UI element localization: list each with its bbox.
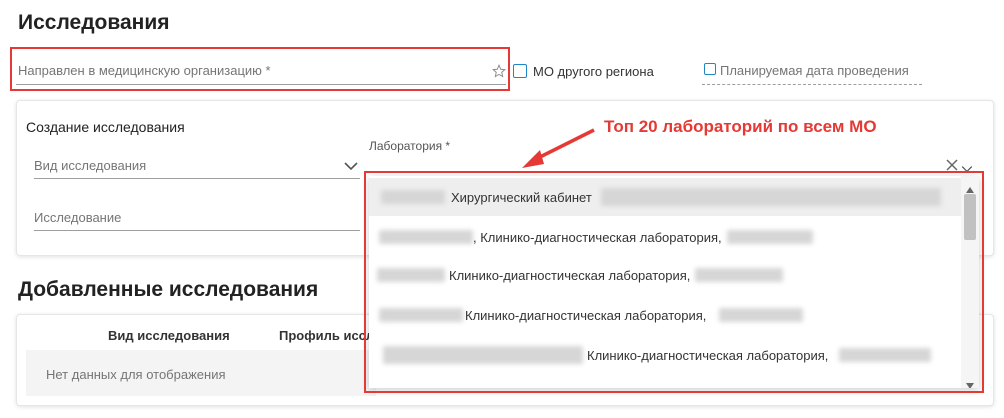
page-title: Исследования [18,11,170,34]
planned-date-field[interactable]: Планируемая дата проведения [702,60,922,86]
column-header: Вид исследования [108,328,230,343]
direction-field-highlight [10,47,510,91]
create-research-title: Создание исследования [26,119,185,135]
calendar-icon [704,63,716,75]
annotation-text: Топ 20 лабораторий по всем МО [604,117,877,136]
chevron-down-icon[interactable] [344,158,358,176]
dropdown-highlight [364,171,984,393]
other-region-label: МО другого региона [533,64,654,79]
research-label: Исследование [34,210,122,225]
research-type-label: Вид исследования [34,158,147,173]
planned-date-label: Планируемая дата проведения [720,63,909,78]
empty-text: Нет данных для отображения [46,367,226,382]
annotation-arrow [522,128,595,168]
research-select[interactable]: Исследование [34,202,360,232]
added-research-title: Добавленные исследования [18,278,319,301]
checkbox-box[interactable] [513,64,527,78]
research-type-select[interactable]: Вид исследования [34,150,360,180]
other-region-checkbox[interactable]: МО другого региона [513,64,663,80]
laboratory-field-label: Лаборатория * [369,139,451,153]
